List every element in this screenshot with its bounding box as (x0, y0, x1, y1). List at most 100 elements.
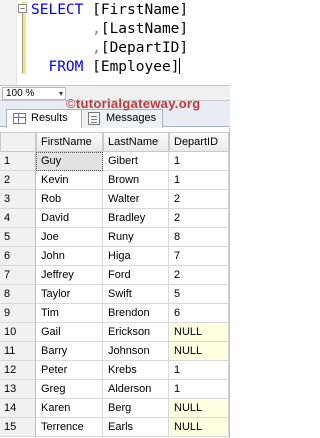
row-number[interactable]: 2 (0, 171, 36, 190)
cell-firstname[interactable]: Joe (36, 228, 103, 247)
cell-departid[interactable]: 1 (169, 380, 229, 399)
row-number[interactable]: 6 (0, 247, 36, 266)
cell-departid[interactable]: 2 (169, 190, 229, 209)
code-line[interactable]: ,[LastName] (31, 20, 188, 38)
code-text: [LastName] (100, 21, 189, 37)
table-row[interactable]: 3 Rob Walter 2 (0, 190, 230, 209)
cell-firstname[interactable]: Rob (36, 190, 103, 209)
cell-lastname[interactable]: Walter (103, 190, 169, 209)
cell-firstname[interactable]: Gail (36, 323, 103, 342)
cell-lastname[interactable]: Earls (103, 418, 169, 437)
cell-lastname[interactable]: Ford (103, 266, 169, 285)
row-number[interactable]: 4 (0, 209, 36, 228)
cell-lastname[interactable]: Alderson (103, 380, 169, 399)
cell-firstname[interactable]: Terrence (36, 418, 103, 437)
cell-lastname[interactable]: Gibert (103, 152, 169, 171)
cell-departid[interactable]: NULL (169, 323, 229, 342)
cell-departid[interactable]: 7 (169, 247, 229, 266)
table-row[interactable]: 4 David Bradley 2 (0, 209, 230, 228)
cell-firstname[interactable]: Guy (36, 152, 103, 171)
row-number[interactable]: 8 (0, 285, 36, 304)
code-line[interactable]: FROM [Employee] (31, 58, 181, 76)
cell-lastname[interactable]: Berg (103, 399, 169, 418)
messages-icon (88, 112, 100, 125)
cell-departid[interactable]: NULL (169, 342, 229, 361)
sql-editor[interactable]: − SELECT [FirstName] ,[LastName] ,[Depar… (0, 0, 230, 85)
cell-lastname[interactable]: Brown (103, 171, 169, 190)
table-row[interactable]: 1 Guy Gibert 1 (0, 152, 230, 171)
code-line[interactable]: ,[DepartID] (31, 39, 188, 57)
table-row[interactable]: 10 Gail Erickson NULL (0, 323, 230, 342)
editor-gutter (0, 0, 17, 85)
row-number[interactable]: 5 (0, 228, 36, 247)
table-row[interactable]: 14 Karen Berg NULL (0, 399, 230, 418)
grid-icon (13, 113, 26, 124)
comma: , (92, 21, 101, 37)
table-row[interactable]: 8 Taylor Swift 5 (0, 285, 230, 304)
table-row[interactable]: 5 Joe Runy 8 (0, 228, 230, 247)
row-number[interactable]: 14 (0, 399, 36, 418)
row-number[interactable]: 7 (0, 266, 36, 285)
column-header[interactable]: LastName (103, 132, 169, 152)
tab-label: Results (31, 112, 68, 124)
table-row[interactable]: 15 Terrence Earls NULL (0, 418, 230, 437)
cell-firstname[interactable]: Tim (36, 304, 103, 323)
column-header[interactable]: FirstName (36, 132, 103, 152)
table-row[interactable]: 13 Greg Alderson 1 (0, 380, 230, 399)
results-grid[interactable]: FirstName LastName DepartID 1 Guy Gibert 1 2… (0, 128, 230, 438)
tab-results[interactable]: Results (6, 109, 82, 128)
cell-departid[interactable]: 5 (169, 285, 229, 304)
row-number[interactable]: 1 (0, 152, 36, 171)
row-number[interactable]: 9 (0, 304, 36, 323)
cell-departid[interactable]: 2 (169, 266, 229, 285)
cell-firstname[interactable]: Jeffrey (36, 266, 103, 285)
code-text: [DepartID] (100, 40, 189, 56)
row-number[interactable]: 11 (0, 342, 36, 361)
cell-lastname[interactable]: Erickson (103, 323, 169, 342)
cell-firstname[interactable]: Taylor (36, 285, 103, 304)
cell-departid[interactable]: 1 (169, 152, 229, 171)
row-number[interactable]: 13 (0, 380, 36, 399)
cell-lastname[interactable]: Swift (103, 285, 169, 304)
sql-keyword: SELECT (31, 2, 84, 18)
table-row[interactable]: 7 Jeffrey Ford 2 (0, 266, 230, 285)
cell-departid[interactable]: 1 (169, 171, 229, 190)
cell-firstname[interactable]: David (36, 209, 103, 228)
row-number[interactable]: 15 (0, 418, 36, 437)
column-header[interactable]: DepartID (169, 132, 229, 152)
table-row[interactable]: 9 Tim Brendon 6 (0, 304, 230, 323)
code-line[interactable]: SELECT [FirstName] (31, 1, 188, 19)
cell-lastname[interactable]: Johnson (103, 342, 169, 361)
cell-departid[interactable]: 8 (169, 228, 229, 247)
row-number[interactable]: 10 (0, 323, 36, 342)
row-number[interactable]: 3 (0, 190, 36, 209)
cell-departid[interactable]: 6 (169, 304, 229, 323)
collapse-toggle-icon[interactable]: − (18, 4, 27, 13)
code-text: [FirstName] (83, 2, 189, 18)
cell-departid[interactable]: 2 (169, 209, 229, 228)
cell-firstname[interactable]: Karen (36, 399, 103, 418)
cell-departid[interactable]: 1 (169, 361, 229, 380)
table-row[interactable]: 2 Kevin Brown 1 (0, 171, 230, 190)
cell-firstname[interactable]: Peter (36, 361, 103, 380)
table-row[interactable]: 12 Peter Krebs 1 (0, 361, 230, 380)
cell-lastname[interactable]: Krebs (103, 361, 169, 380)
table-row[interactable]: 11 Barry Johnson NULL (0, 342, 230, 361)
cell-firstname[interactable]: John (36, 247, 103, 266)
chevron-down-icon[interactable]: ▾ (59, 88, 63, 99)
cell-firstname[interactable]: Greg (36, 380, 103, 399)
cell-firstname[interactable]: Kevin (36, 171, 103, 190)
cell-departid[interactable]: NULL (169, 418, 229, 437)
cell-lastname[interactable]: Brendon (103, 304, 169, 323)
cell-lastname[interactable]: Bradley (103, 209, 169, 228)
table-row[interactable]: 6 John Higa 7 (0, 247, 230, 266)
cell-lastname[interactable]: Higa (103, 247, 169, 266)
cell-departid[interactable]: NULL (169, 399, 229, 418)
tab-messages[interactable]: Messages (81, 109, 163, 128)
zoom-select[interactable]: 100 % ▾ (2, 87, 66, 100)
cell-lastname[interactable]: Runy (103, 228, 169, 247)
cell-firstname[interactable]: Barry (36, 342, 103, 361)
row-header-corner[interactable] (0, 132, 36, 152)
row-number[interactable]: 12 (0, 361, 36, 380)
watermark: ©tutorialgateway.org (66, 96, 201, 111)
